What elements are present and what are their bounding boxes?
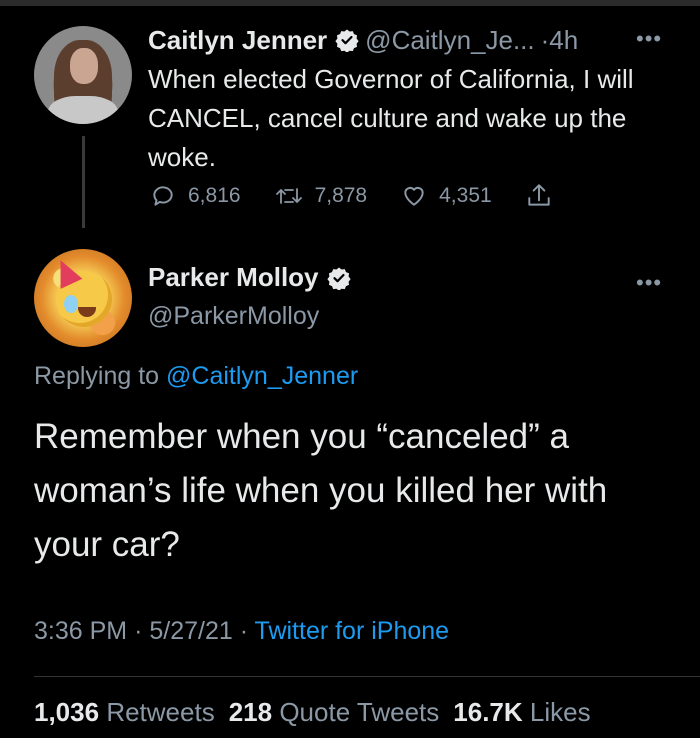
top-bar bbox=[0, 0, 700, 6]
verified-badge-icon bbox=[326, 267, 351, 290]
quotes-count: 218 bbox=[228, 697, 273, 727]
reply-author-name[interactable]: Parker Molloy bbox=[148, 262, 319, 293]
meta-separator: · bbox=[239, 617, 249, 645]
reply-author-handle[interactable]: @ParkerMolloy bbox=[148, 302, 319, 331]
retweets-count: 1,036 bbox=[34, 697, 100, 727]
reply-icon bbox=[153, 186, 173, 206]
parent-tweet-actions: 6,816 7,878 4,351 bbox=[150, 182, 598, 210]
likes-stat[interactable]: 16.7K Likes bbox=[453, 697, 590, 728]
retweet-icon bbox=[275, 188, 302, 204]
tweet-meta: 3:36 PM · 5/27/21 · Twitter for iPhone bbox=[34, 617, 449, 646]
quote-tweets-stat[interactable]: 218 Quote Tweets bbox=[229, 697, 440, 728]
like-count: 4,351 bbox=[439, 184, 492, 207]
reply-count: 6,816 bbox=[188, 184, 241, 207]
parent-tweet-header: Caitlyn Jenner @Caitlyn_Je... ·4h bbox=[148, 22, 578, 58]
meta-separator: · bbox=[134, 617, 143, 645]
tweet-source-link[interactable]: Twitter for iPhone bbox=[255, 617, 450, 645]
parker-avatar[interactable] bbox=[34, 249, 132, 347]
reply-tweet-text: Remember when you “canceled” a woman’s l… bbox=[34, 417, 608, 564]
parent-author-handle[interactable]: @Caitlyn_Je... bbox=[365, 25, 534, 56]
caitlyn-avatar[interactable] bbox=[34, 26, 132, 124]
retweets-label: Retweets bbox=[106, 697, 215, 727]
replying-label: Replying to bbox=[34, 362, 160, 390]
heart-icon bbox=[404, 186, 424, 206]
thread-line bbox=[82, 136, 85, 228]
replying-to: Replying to @Caitlyn_Jenner bbox=[34, 362, 358, 391]
avatar-face bbox=[70, 48, 98, 84]
tweet-date[interactable]: 5/27/21 bbox=[149, 617, 232, 645]
replying-handle-link[interactable]: @Caitlyn_Jenner bbox=[166, 362, 358, 390]
more-icon[interactable]: ••• bbox=[636, 26, 662, 52]
retweet-count: 7,878 bbox=[314, 184, 368, 207]
likes-label: Likes bbox=[529, 697, 591, 727]
quotes-label: Quote Tweets bbox=[279, 697, 440, 727]
retweet-button[interactable]: 7,878 bbox=[275, 183, 368, 209]
retweets-stat[interactable]: 1,036 Retweets bbox=[34, 697, 215, 728]
parent-tweet-text: When elected Governor of California, I w… bbox=[148, 64, 634, 172]
divider bbox=[34, 676, 700, 677]
share-button[interactable] bbox=[526, 182, 564, 210]
more-icon[interactable]: ••• bbox=[636, 270, 662, 296]
tweet-time[interactable]: 3:36 PM bbox=[34, 617, 127, 645]
like-button[interactable]: 4,351 bbox=[401, 183, 492, 209]
reply-button[interactable]: 6,816 bbox=[150, 183, 241, 209]
tweet-stats: 1,036 Retweets 218 Quote Tweets 16.7K Li… bbox=[34, 697, 605, 728]
avatar-shoulders bbox=[48, 96, 118, 124]
parent-author-name[interactable]: Caitlyn Jenner bbox=[148, 25, 327, 56]
parent-tweet-time[interactable]: ·4h bbox=[541, 25, 579, 56]
likes-count: 16.7K bbox=[453, 697, 523, 727]
share-icon bbox=[528, 184, 550, 206]
verified-badge-icon bbox=[335, 29, 359, 52]
avatar-tear bbox=[64, 295, 78, 313]
reply-author-row: Parker Molloy bbox=[148, 262, 357, 293]
